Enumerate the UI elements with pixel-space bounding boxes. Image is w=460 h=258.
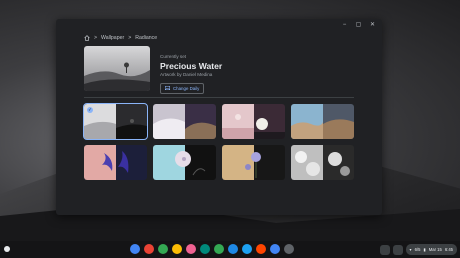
gmail-app-icon[interactable] xyxy=(144,244,154,254)
drive-app-icon[interactable] xyxy=(172,244,182,254)
battery-icon: ▮ xyxy=(423,247,426,252)
selected-check-icon: ✓ xyxy=(87,107,93,113)
meet-app-icon[interactable] xyxy=(214,244,224,254)
settings-app-icon[interactable] xyxy=(284,244,294,254)
wallpaper-artist: Artwork by Daniel Medina xyxy=(160,72,213,77)
photos-app-icon[interactable] xyxy=(186,244,196,254)
wallpaper-tile-pink-sun-moon[interactable] xyxy=(222,104,285,139)
breadcrumb-radiance: Radiance xyxy=(135,35,158,41)
change-daily-label: Change Daily xyxy=(173,85,200,91)
wallpaper-tile-lavender-flower-dark[interactable] xyxy=(222,145,285,180)
currently-set-label: Currently set xyxy=(160,54,187,59)
system-tray: ▾ 6/5 ▮ Mar 15 6:45 xyxy=(379,244,457,255)
wallpaper-tile-white-flowers-mono[interactable] xyxy=(291,145,354,180)
current-wallpaper-preview xyxy=(84,46,150,91)
reddit-app-icon[interactable] xyxy=(256,244,266,254)
breadcrumb-separator: > xyxy=(128,35,132,41)
image-icon xyxy=(165,86,170,90)
calendar-app-icon[interactable] xyxy=(158,244,168,254)
screen-capture-icon[interactable] xyxy=(379,244,390,255)
play-app-icon[interactable] xyxy=(228,244,238,254)
twitter-app-icon[interactable] xyxy=(242,244,252,254)
close-button[interactable]: ✕ xyxy=(369,22,376,28)
wallpaper-tile-desert-dune-tree[interactable]: ✓ xyxy=(83,103,148,140)
wifi-icon: ▾ xyxy=(409,247,412,252)
wallpaper-title: Precious Water xyxy=(160,61,223,71)
shelf: ▾ 6/5 ▮ Mar 15 6:45 xyxy=(0,241,460,258)
chrome-app-icon[interactable] xyxy=(130,244,140,254)
wallpaper-tile-white-flower-blue[interactable] xyxy=(153,145,216,180)
date-label: Mar 15 xyxy=(428,247,442,252)
title-bar: − ▢ ✕ xyxy=(56,19,382,31)
chat-app-icon[interactable] xyxy=(200,244,210,254)
maximize-button[interactable]: ▢ xyxy=(355,22,362,28)
wallpaper-tile-purple-iris-flower[interactable] xyxy=(84,145,147,180)
wallpaper-tile-white-dunes-hills[interactable] xyxy=(153,104,216,139)
change-daily-button[interactable]: Change Daily xyxy=(160,82,205,94)
minimize-button[interactable]: − xyxy=(341,22,348,28)
divider xyxy=(84,97,354,98)
wallpaper-app-window: − ▢ ✕ > Wallpaper > Radiance Currently s… xyxy=(56,19,382,215)
breadcrumb-separator: > xyxy=(94,35,98,41)
docs-app-icon[interactable] xyxy=(270,244,280,254)
status-area[interactable]: ▾ 6/5 ▮ Mar 15 6:45 xyxy=(405,244,457,255)
time-label: 6:45 xyxy=(444,247,453,252)
home-icon[interactable] xyxy=(84,35,90,41)
shelf-apps xyxy=(130,244,294,254)
launcher-button[interactable] xyxy=(4,246,10,252)
breadcrumb: > Wallpaper > Radiance xyxy=(84,35,157,41)
phone-hub-icon[interactable] xyxy=(392,244,403,255)
current-wallpaper-info: Currently set Precious Water Artwork by … xyxy=(160,54,222,95)
wallpaper-tile-rocky-desert-cliff[interactable] xyxy=(291,104,354,139)
breadcrumb-wallpaper[interactable]: Wallpaper xyxy=(101,35,124,41)
battery-level: 6/5 xyxy=(414,247,421,252)
